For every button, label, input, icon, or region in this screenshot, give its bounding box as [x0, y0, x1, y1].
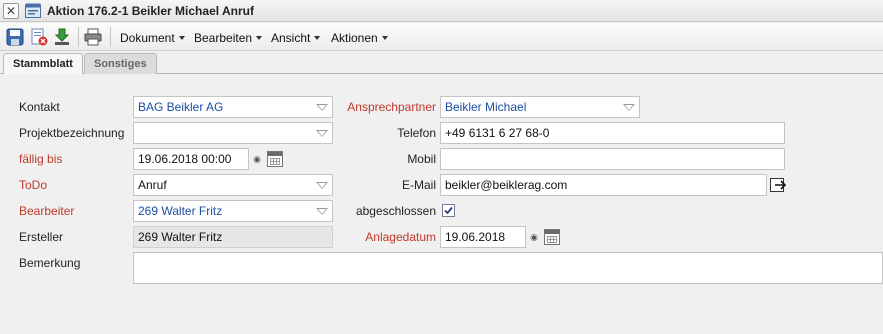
- abgeschlossen-label: abgeschlossen: [355, 204, 436, 218]
- bemerkung-label: Bemerkung: [19, 256, 81, 270]
- title-bar: ✕ Aktion 176.2-1 Beikler Michael Anruf: [0, 0, 883, 22]
- delete-icon[interactable]: [30, 28, 48, 46]
- telefon-label: Telefon: [397, 126, 436, 140]
- anlagedatum-input[interactable]: 19.06.2018: [440, 226, 526, 248]
- checkmark-icon: [444, 206, 453, 215]
- todo-label: ToDo: [19, 178, 48, 192]
- clear-date-icon[interactable]: ◉: [527, 226, 541, 248]
- window-icon: [25, 3, 41, 18]
- telefon-input[interactable]: +49 6131 6 27 68-0: [440, 122, 785, 144]
- ersteller-field: 269 Walter Fritz: [133, 226, 333, 248]
- dropdown-arrow-icon[interactable]: [316, 130, 328, 137]
- kontakt-select[interactable]: BAG Beikler AG: [133, 96, 333, 118]
- toolbar-separator: [110, 27, 111, 47]
- todo-value: Anruf: [138, 178, 167, 192]
- tab-stammblatt[interactable]: Stammblatt: [3, 53, 83, 75]
- menu-label: Dokument: [120, 31, 175, 45]
- download-icon[interactable]: [53, 28, 71, 46]
- menu-ansicht[interactable]: Ansicht: [271, 31, 321, 45]
- email-input[interactable]: beikler@beiklerag.com: [440, 174, 767, 196]
- menu-aktionen[interactable]: Aktionen: [331, 31, 388, 45]
- menu-label: Bearbeiten: [194, 31, 253, 45]
- form-panel: Kontakt BAG Beikler AG Projektbezeichnun…: [0, 74, 883, 334]
- ansprechpartner-label: Ansprechpartner: [347, 100, 436, 114]
- calendar-icon[interactable]: [544, 229, 560, 245]
- projektbezeichnung-select[interactable]: [133, 122, 333, 144]
- dropdown-arrow-icon[interactable]: [316, 182, 328, 189]
- anlagedatum-label: Anlagedatum: [365, 230, 436, 244]
- mobil-label: Mobil: [407, 152, 436, 166]
- caret-down-icon: [314, 36, 321, 40]
- kontakt-value: BAG Beikler AG: [138, 100, 224, 114]
- bearbeiter-label: Bearbeiter: [19, 204, 75, 218]
- toolbar: Dokument Bearbeiten Ansicht Aktionen: [0, 23, 883, 51]
- window-title: Aktion 176.2-1 Beikler Michael Anruf: [47, 4, 254, 18]
- open-external-icon[interactable]: [768, 175, 788, 195]
- abgeschlossen-checkbox[interactable]: [442, 204, 455, 217]
- tab-sonstiges[interactable]: Sonstiges: [84, 53, 157, 74]
- caret-down-icon: [256, 36, 263, 40]
- dropdown-arrow-icon[interactable]: [623, 104, 635, 111]
- print-icon[interactable]: [84, 28, 102, 46]
- kontakt-label: Kontakt: [19, 100, 60, 114]
- faellig-bis-label: fällig bis: [19, 152, 63, 166]
- save-icon[interactable]: [6, 28, 24, 46]
- projektbezeichnung-label: Projektbezeichnung: [19, 126, 125, 140]
- dropdown-arrow-icon[interactable]: [316, 208, 328, 215]
- caret-down-icon: [381, 36, 388, 40]
- menu-label: Ansicht: [271, 31, 311, 45]
- menu-dokument[interactable]: Dokument: [120, 31, 185, 45]
- ansprechpartner-value: Beikler Michael: [445, 100, 527, 114]
- close-button[interactable]: ✕: [3, 3, 19, 19]
- todo-select[interactable]: Anruf: [133, 174, 333, 196]
- ersteller-label: Ersteller: [19, 230, 64, 244]
- bemerkung-textarea[interactable]: [133, 252, 883, 284]
- faellig-bis-input[interactable]: 19.06.2018 00:00: [133, 148, 249, 170]
- bearbeiter-select[interactable]: 269 Walter Fritz: [133, 200, 333, 222]
- clear-date-icon[interactable]: ◉: [250, 148, 264, 170]
- dropdown-arrow-icon[interactable]: [316, 104, 328, 111]
- mobil-input[interactable]: [440, 148, 785, 170]
- tab-bar: Stammblatt Sonstiges: [0, 52, 883, 75]
- caret-down-icon: [178, 36, 185, 40]
- menu-bearbeiten[interactable]: Bearbeiten: [194, 31, 263, 45]
- toolbar-separator: [78, 27, 79, 47]
- ansprechpartner-select[interactable]: Beikler Michael: [440, 96, 640, 118]
- bearbeiter-value: 269 Walter Fritz: [138, 204, 223, 218]
- email-label: E-Mail: [401, 178, 436, 192]
- calendar-icon[interactable]: [267, 151, 283, 167]
- menu-label: Aktionen: [331, 31, 378, 45]
